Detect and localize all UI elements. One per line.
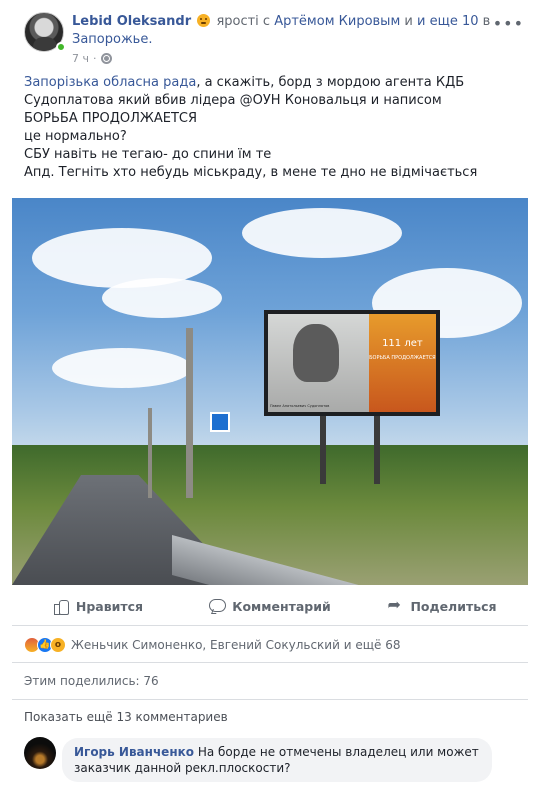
billboard-face: Павел Анатольевич Судоплатов 111 лет БОР…: [268, 314, 436, 412]
facebook-post: Lebid Oleksandr ярості с Артёмом Кировым…: [0, 0, 545, 791]
globe-icon[interactable]: [100, 53, 112, 64]
comment-bubble: Игорь Иванченко На борде не отмечены вла…: [62, 738, 492, 782]
divider: [12, 699, 528, 700]
cloud: [102, 278, 222, 318]
post-text: Запорізька обласна рада, а скажіть, борд…: [24, 74, 524, 182]
feeling-label: ярості с: [216, 14, 271, 29]
post-text-line: БОРЬБА ПРОДОЛЖАЕТСЯ: [24, 111, 198, 126]
comment-label: Комментарий: [232, 598, 331, 614]
post-actions-bar: Нравится Комментарий Поделиться: [12, 594, 528, 618]
next-comment-fragment: [72, 785, 232, 791]
show-more-comments-link[interactable]: Показать ещё 13 комментариев: [24, 710, 228, 724]
ellipsis-icon[interactable]: •••: [493, 14, 524, 33]
post-text-fragment: , а скажіть, борд з мордою агента КДБ: [196, 75, 465, 90]
billboard-caption: Павел Анатольевич Судоплатов: [270, 404, 330, 408]
crosswalk-sign: [210, 412, 230, 432]
billboard: Павел Анатольевич Судоплатов 111 лет БОР…: [264, 310, 440, 416]
billboard-slogan: БОРЬБА ПРОДОЛЖАЕТСЯ: [369, 355, 436, 361]
tagged-person-link[interactable]: Артёмом Кировым: [274, 14, 400, 29]
post-meta: 7 ч ·: [72, 52, 112, 65]
angry-face-emoji-icon: [197, 14, 211, 27]
in-label: в: [482, 14, 491, 29]
post-photo[interactable]: Павел Анатольевич Судоплатов 111 лет БОР…: [12, 198, 528, 585]
billboard-leg: [374, 414, 380, 484]
post-text-line: Апд. Тегніть хто небудь міськраду, в мен…: [24, 165, 478, 180]
tagged-others-link[interactable]: и еще 10: [417, 14, 479, 29]
author-name[interactable]: Lebid Oleksandr: [72, 14, 191, 29]
shares-count[interactable]: Этим поделились: 76: [24, 674, 159, 688]
divider: [12, 662, 528, 663]
thumbs-up-icon: [53, 598, 69, 615]
share-button[interactable]: Поделиться: [356, 594, 528, 618]
billboard-slogan-panel: 111 лет БОРЬБА ПРОДОЛЖАЕТСЯ: [368, 314, 436, 412]
utility-pole: [148, 408, 152, 498]
post-text-line: це нормально?: [24, 129, 127, 144]
cloud: [242, 208, 402, 258]
like-label: Нравится: [75, 598, 144, 614]
share-label: Поделиться: [410, 598, 497, 614]
post-text-line: Запорізька обласна рада, а скажіть, борд…: [24, 74, 524, 92]
billboard-big-text: 111 лет: [382, 338, 423, 349]
post-timestamp[interactable]: 7 ч: [72, 52, 89, 65]
wow-icon: o: [50, 637, 66, 653]
utility-pole: [186, 328, 193, 498]
share-arrow-icon: [387, 595, 403, 614]
billboard-portrait: Павел Анатольевич Судоплатов: [268, 314, 369, 412]
location-link[interactable]: Запорожье.: [72, 32, 152, 47]
and-label: и: [404, 14, 413, 29]
portrait-figure: [293, 324, 339, 382]
reactions-summary[interactable]: 👍 o Женьчик Симоненко, Евгений Сокульски…: [24, 636, 400, 654]
post-text-line: СБУ навіть не тегаю- до спини їм те: [24, 147, 272, 162]
post-header-line: Lebid Oleksandr ярості с Артёмом Кировым…: [72, 13, 502, 49]
cloud: [52, 348, 192, 388]
billboard-leg: [320, 414, 326, 484]
commenter-name[interactable]: Игорь Иванченко: [74, 745, 194, 759]
like-button[interactable]: Нравится: [12, 594, 184, 618]
reactions-names[interactable]: Женьчик Симоненко, Евгений Сокульский и …: [71, 638, 400, 652]
post-text-line: Судоплатова який вбив лідера @ОУН Конова…: [24, 93, 442, 108]
post-header: Lebid Oleksandr ярості с Артёмом Кировым…: [24, 12, 524, 68]
online-status-dot: [56, 42, 66, 52]
meta-separator: ·: [93, 52, 97, 65]
comment-button[interactable]: Комментарий: [184, 594, 356, 618]
mentioned-page-link[interactable]: Запорізька обласна рада: [24, 75, 196, 90]
comment-bubble-icon: [209, 598, 227, 614]
commenter-avatar[interactable]: [24, 737, 56, 769]
divider: [12, 625, 528, 626]
